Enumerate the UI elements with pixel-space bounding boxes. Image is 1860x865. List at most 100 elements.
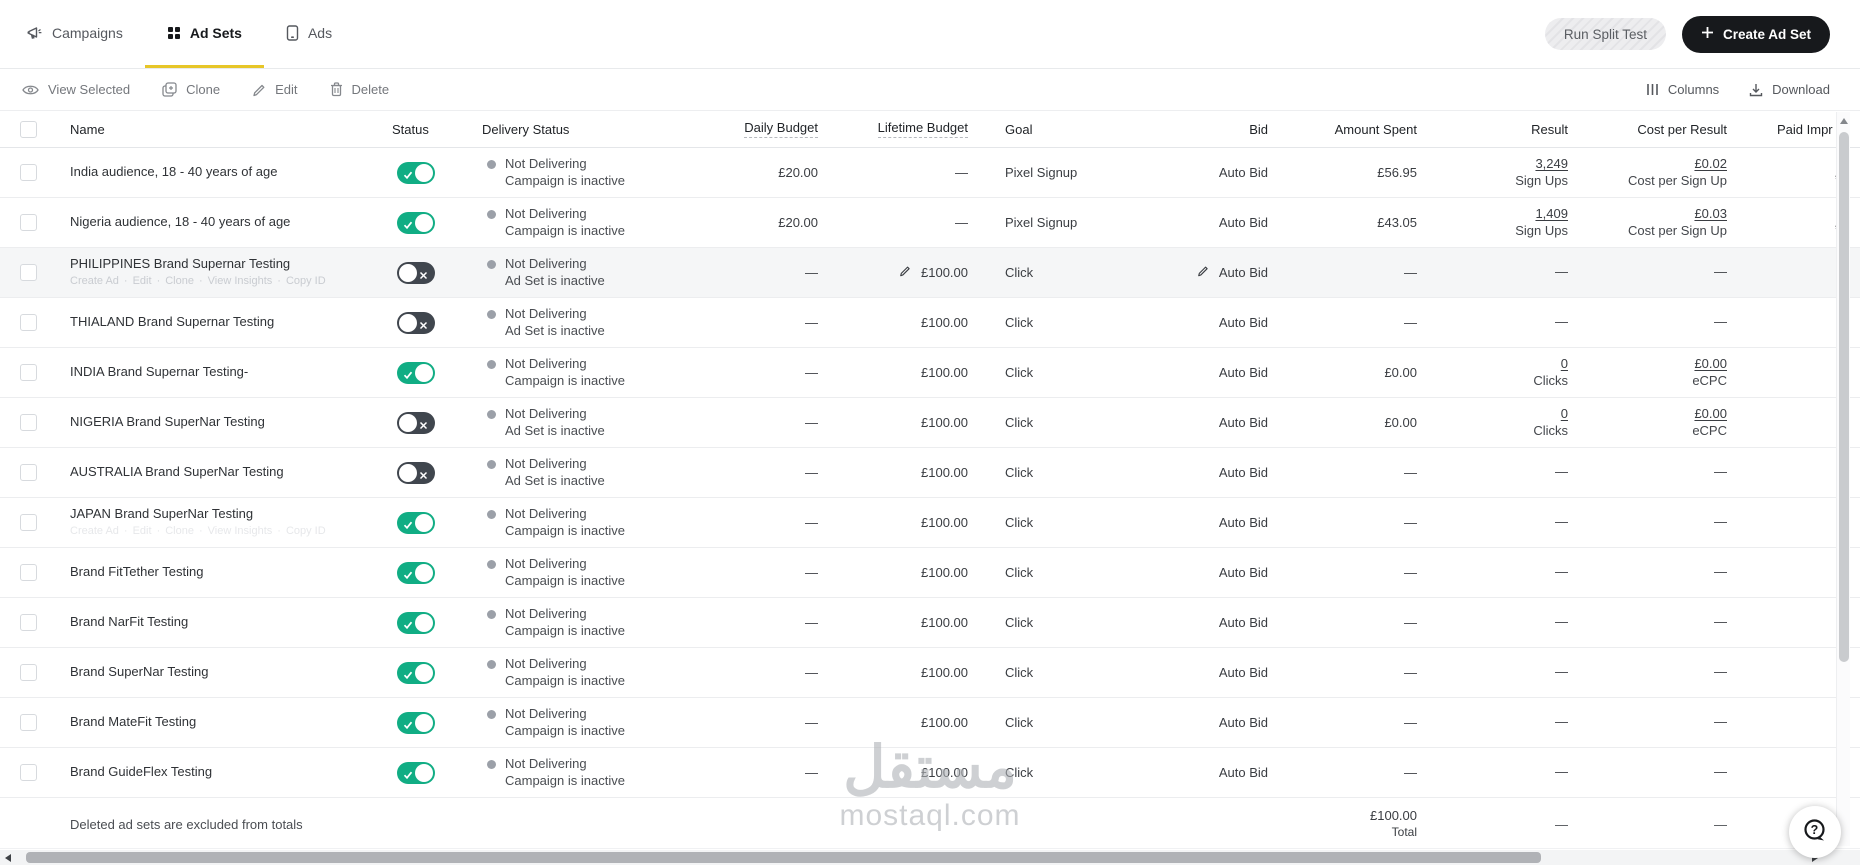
ad-set-name[interactable]: THIALAND Brand Supernar Testing bbox=[70, 314, 390, 330]
result-value[interactable]: — bbox=[1420, 664, 1568, 681]
delete-button[interactable]: Delete bbox=[330, 82, 389, 97]
cost-per-result-value[interactable]: £0.03 bbox=[1570, 206, 1727, 223]
status-toggle[interactable] bbox=[397, 761, 435, 784]
vertical-scrollbar-thumb[interactable] bbox=[1839, 132, 1849, 662]
row-checkbox[interactable] bbox=[20, 214, 37, 231]
result-value[interactable]: 1,409 bbox=[1420, 206, 1568, 223]
row-checkbox[interactable] bbox=[20, 264, 37, 281]
cost-per-result-value[interactable]: — bbox=[1570, 564, 1727, 581]
ad-set-name[interactable]: INDIA Brand Supernar Testing- bbox=[70, 364, 390, 380]
row-action-create-ad[interactable]: Create Ad bbox=[70, 275, 119, 287]
download-button[interactable]: Download bbox=[1749, 82, 1830, 97]
row-checkbox[interactable] bbox=[20, 464, 37, 481]
row-action-clone[interactable]: Clone bbox=[165, 525, 194, 537]
column-header-bid[interactable]: Bid bbox=[1170, 122, 1275, 137]
row-action-edit[interactable]: Edit bbox=[133, 275, 152, 287]
horizontal-scrollbar[interactable] bbox=[0, 850, 1860, 865]
result-value[interactable]: — bbox=[1420, 714, 1568, 731]
row-action-create-ad[interactable]: Create Ad bbox=[70, 525, 119, 537]
tab-campaigns[interactable]: Campaigns bbox=[5, 0, 145, 68]
row-action-view-insights[interactable]: View Insights bbox=[208, 275, 273, 287]
result-value[interactable]: — bbox=[1420, 764, 1568, 781]
row-checkbox[interactable] bbox=[20, 164, 37, 181]
row-checkbox[interactable] bbox=[20, 564, 37, 581]
row-checkbox[interactable] bbox=[20, 764, 37, 781]
status-toggle[interactable] bbox=[397, 711, 435, 734]
scroll-left-arrow-icon[interactable] bbox=[5, 854, 11, 862]
cost-per-result-value[interactable]: — bbox=[1570, 514, 1727, 531]
cost-per-result-value[interactable]: — bbox=[1570, 464, 1727, 481]
status-toggle[interactable] bbox=[397, 611, 435, 634]
column-header-amount-spent[interactable]: Amount Spent bbox=[1275, 122, 1420, 137]
cost-per-result-value[interactable]: — bbox=[1570, 664, 1727, 681]
status-toggle[interactable] bbox=[397, 661, 435, 684]
ad-set-name[interactable]: Nigeria audience, 18 - 40 years of age bbox=[70, 214, 390, 230]
ad-set-name[interactable]: Brand GuideFlex Testing bbox=[70, 764, 390, 780]
column-header-goal[interactable]: Goal bbox=[970, 122, 1170, 137]
row-action-clone[interactable]: Clone bbox=[165, 275, 194, 287]
column-header-cost-per-result[interactable]: Cost per Result bbox=[1570, 122, 1730, 137]
cost-per-result-value[interactable]: £0.00 bbox=[1570, 406, 1727, 423]
result-value[interactable]: — bbox=[1420, 264, 1568, 281]
ad-set-name[interactable]: Brand SuperNar Testing bbox=[70, 664, 390, 680]
row-action-copy-id[interactable]: Copy ID bbox=[286, 275, 326, 287]
column-header-daily-budget[interactable]: Daily Budget bbox=[700, 120, 820, 138]
column-header-delivery-status[interactable]: Delivery Status bbox=[480, 122, 700, 137]
ad-set-name[interactable]: JAPAN Brand SuperNar Testing bbox=[70, 506, 390, 522]
cost-per-result-value[interactable]: — bbox=[1570, 714, 1727, 731]
row-checkbox[interactable] bbox=[20, 314, 37, 331]
status-toggle[interactable] bbox=[397, 411, 435, 434]
tab-ads[interactable]: Ads bbox=[264, 0, 354, 68]
column-header-lifetime-budget[interactable]: Lifetime Budget bbox=[820, 120, 970, 138]
ad-set-name[interactable]: Brand FitTether Testing bbox=[70, 564, 390, 580]
row-action-view-insights[interactable]: View Insights bbox=[208, 525, 273, 537]
run-split-test-button[interactable]: Run Split Test bbox=[1544, 18, 1666, 50]
result-value[interactable]: — bbox=[1420, 514, 1568, 531]
cost-per-result-value[interactable]: — bbox=[1570, 264, 1727, 281]
result-value[interactable]: 0 bbox=[1420, 406, 1568, 423]
horizontal-scrollbar-thumb[interactable] bbox=[26, 852, 1541, 863]
status-toggle[interactable] bbox=[397, 361, 435, 384]
status-toggle[interactable] bbox=[397, 461, 435, 484]
result-value[interactable]: 3,249 bbox=[1420, 156, 1568, 173]
result-value[interactable]: 0 bbox=[1420, 356, 1568, 373]
result-value[interactable]: — bbox=[1420, 464, 1568, 481]
row-checkbox[interactable] bbox=[20, 714, 37, 731]
edit-lifetime-budget-icon[interactable] bbox=[899, 265, 911, 280]
ad-set-name[interactable]: India audience, 18 - 40 years of age bbox=[70, 164, 390, 180]
ad-set-name[interactable]: Brand MateFit Testing bbox=[70, 714, 390, 730]
row-checkbox[interactable] bbox=[20, 614, 37, 631]
cost-per-result-value[interactable]: £0.02 bbox=[1570, 156, 1727, 173]
clone-button[interactable]: Clone bbox=[162, 82, 220, 97]
ad-set-name[interactable]: Brand NarFit Testing bbox=[70, 614, 390, 630]
edit-bid-icon[interactable] bbox=[1197, 265, 1209, 280]
view-selected-button[interactable]: View Selected bbox=[22, 82, 130, 97]
status-toggle[interactable] bbox=[397, 161, 435, 184]
result-value[interactable]: — bbox=[1420, 314, 1568, 331]
ad-set-name[interactable]: NIGERIA Brand SuperNar Testing bbox=[70, 414, 390, 430]
column-header-result[interactable]: Result bbox=[1420, 122, 1570, 137]
row-checkbox[interactable] bbox=[20, 364, 37, 381]
status-toggle[interactable] bbox=[397, 261, 435, 284]
columns-button[interactable]: Columns bbox=[1646, 82, 1719, 97]
vertical-scrollbar[interactable] bbox=[1836, 112, 1850, 846]
result-value[interactable]: — bbox=[1420, 564, 1568, 581]
tab-ad-sets[interactable]: Ad Sets bbox=[144, 0, 264, 68]
status-toggle[interactable] bbox=[397, 211, 435, 234]
column-header-name[interactable]: Name bbox=[56, 122, 390, 137]
status-toggle[interactable] bbox=[397, 311, 435, 334]
select-all-checkbox[interactable] bbox=[20, 120, 37, 138]
ad-set-name[interactable]: PHILIPPINES Brand Supernar Testing bbox=[70, 256, 390, 272]
row-checkbox[interactable] bbox=[20, 414, 37, 431]
row-checkbox[interactable] bbox=[20, 664, 37, 681]
status-toggle[interactable] bbox=[397, 561, 435, 584]
create-ad-set-button[interactable]: Create Ad Set bbox=[1681, 15, 1830, 53]
ad-set-name[interactable]: AUSTRALIA Brand SuperNar Testing bbox=[70, 464, 390, 480]
result-value[interactable]: — bbox=[1420, 614, 1568, 631]
cost-per-result-value[interactable]: — bbox=[1570, 614, 1727, 631]
status-toggle[interactable] bbox=[397, 511, 435, 534]
column-header-status[interactable]: Status bbox=[390, 122, 480, 137]
scroll-up-arrow-icon[interactable] bbox=[1840, 118, 1848, 124]
row-checkbox[interactable] bbox=[20, 514, 37, 531]
help-button[interactable]: ? bbox=[1789, 806, 1841, 858]
